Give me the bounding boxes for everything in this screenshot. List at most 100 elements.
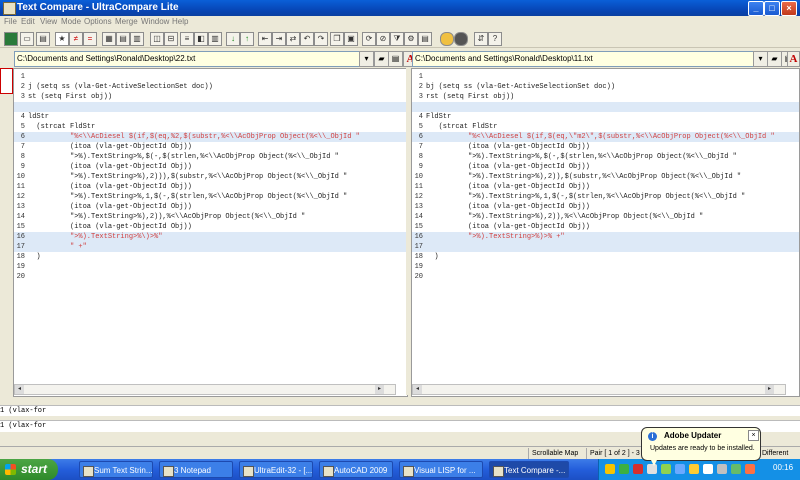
report-icon[interactable]: ▤ (418, 32, 432, 46)
code-line[interactable]: 12 ">%).TextString>%,1,$(-,$(strlen,%<\\… (412, 192, 799, 202)
split-vertical-icon[interactable]: ◫ (150, 32, 164, 46)
code-line[interactable] (412, 102, 799, 112)
code-line[interactable]: 7 (itoa (vla-get-ObjectId Obj)) (14, 142, 407, 152)
code-line[interactable]: 15 (itoa (vla-get-ObjectId Obj)) (412, 222, 799, 232)
code-line[interactable]: 9 (itoa (vla-get-ObjectId Obj)) (412, 162, 799, 172)
copy-icon[interactable]: ❐ (330, 32, 344, 46)
left-open-folder-icon[interactable]: ▰ (374, 51, 389, 67)
undo-icon[interactable]: ↶ (300, 32, 314, 46)
code-line[interactable]: 5 (strcat FldStr (14, 122, 407, 132)
support-icon[interactable] (454, 32, 468, 46)
menu-mode[interactable]: Mode (61, 17, 81, 26)
merge-left-icon[interactable]: ⇤ (258, 32, 272, 46)
code-line[interactable]: 13 (itoa (vla-get-ObjectId Obj)) (14, 202, 407, 212)
code-line[interactable]: 1 (412, 72, 799, 82)
menu-window[interactable]: Window (141, 17, 169, 26)
right-editor-pane[interactable]: 1 2 bj (setq ss (vla-Get-ActiveSelectionSe… (411, 68, 800, 397)
task-sum-text-strings[interactable]: Sum Text Strin... (79, 461, 153, 478)
notification-balloon[interactable]: i Adobe Updater × Updates are ready to b… (641, 427, 761, 466)
web-icon[interactable] (440, 32, 454, 46)
balloon-close-button[interactable]: × (748, 430, 759, 441)
code-line[interactable]: 1 (14, 72, 407, 82)
options-icon[interactable]: ⚙ (404, 32, 418, 46)
code-line[interactable]: 19 (412, 262, 799, 272)
code-line[interactable]: 5 (strcat FldStr (412, 122, 799, 132)
menu-merge[interactable]: Merge (115, 17, 138, 26)
tray-adobe-icon[interactable] (633, 464, 643, 474)
code-line[interactable]: 3 rst (setq First obj)) (412, 92, 799, 102)
window-icon[interactable]: ◧ (194, 32, 208, 46)
minimize-button[interactable]: _ (748, 1, 764, 16)
split-horizontal-icon[interactable]: ⊟ (164, 32, 178, 46)
code-line[interactable]: 2 bj (setq ss (vla-Get-ActiveSelectionSet… (412, 82, 799, 92)
prev-diff-icon[interactable]: ↑ (240, 32, 254, 46)
code-line[interactable]: 2j (setq ss (vla-Get-ActiveSelectionSet … (14, 82, 407, 92)
diff-icon[interactable]: ≠ (69, 32, 83, 46)
left-path-dropdown-icon[interactable]: ▾ (359, 51, 374, 67)
scroll-left-arrow-icon[interactable]: ◂ (413, 385, 422, 394)
close-button[interactable]: × (781, 1, 797, 16)
code-line[interactable]: 9 (itoa (vla-get-ObjectId Obj)) (14, 162, 407, 172)
maximize-button[interactable]: □ (764, 1, 780, 16)
scroll-right-arrow-icon[interactable]: ▸ (375, 385, 384, 394)
code-line[interactable]: 20 (14, 272, 407, 282)
merge-right-icon[interactable]: ⇥ (272, 32, 286, 46)
code-line[interactable]: 4 FldStr (412, 112, 799, 122)
left-horizontal-scrollbar[interactable]: ◂ ▸ (14, 384, 396, 395)
tray-bluetooth-icon[interactable] (675, 464, 685, 474)
difference-map[interactable] (0, 68, 13, 94)
code-line[interactable]: 20 (412, 272, 799, 282)
code-line[interactable]: 18 ) (14, 252, 407, 262)
code-line[interactable]: 14 ">%).TextString>%),2)),%<\\AcObjProp … (14, 212, 407, 222)
tray-shield-icon[interactable] (605, 464, 615, 474)
code-line[interactable]: 8 ">%).TextString>%,$(-,$(strlen,%<\\AcO… (412, 152, 799, 162)
sync-icon[interactable]: ⟳ (362, 32, 376, 46)
code-line[interactable]: 10 ">%).TextString>%),2)),$(substr,%<\\A… (412, 172, 799, 182)
task-visual-lisp[interactable]: Visual LISP for ... (399, 461, 483, 478)
menu-options[interactable]: Options (84, 17, 112, 26)
code-line[interactable]: 16 ">%).TextString>%\)>%" (14, 232, 407, 242)
tray-display-icon[interactable] (717, 464, 727, 474)
code-line[interactable]: 11 (itoa (vla-get-ObjectId Obj)) (412, 182, 799, 192)
task-ultraedit[interactable]: UltraEdit-32 - [... (239, 461, 313, 478)
list-icon[interactable]: ≡ (180, 32, 194, 46)
code-line[interactable]: 17 " +" (14, 242, 407, 252)
right-font-icon[interactable]: A (787, 51, 800, 67)
save-icon[interactable] (4, 32, 18, 46)
tray-update-icon[interactable] (661, 464, 671, 474)
scroll-right-arrow-icon[interactable]: ▸ (765, 385, 774, 394)
code-line[interactable]: 4 ldStr (14, 112, 407, 122)
tray-java-icon[interactable] (731, 464, 741, 474)
code-line[interactable]: 14 ">%).TextString>%),2)),%<\\AcObjProp … (412, 212, 799, 222)
binary-compare-icon[interactable]: ▥ (130, 32, 144, 46)
code-line[interactable]: 11 (itoa (vla-get-ObjectId Obj)) (14, 182, 407, 192)
code-line[interactable]: 16 ">%).TextString>%)>% +" (412, 232, 799, 242)
menu-edit[interactable]: Edit (21, 17, 35, 26)
equal-icon[interactable]: = (83, 32, 97, 46)
code-line[interactable]: 10 ">%).TextString>%),2))),$(substr,%<\\… (14, 172, 407, 182)
help-icon[interactable]: ? (488, 32, 502, 46)
code-line[interactable]: 3st (setq First obj)) (14, 92, 407, 102)
star-icon[interactable]: ★ (55, 32, 69, 46)
open-icon[interactable]: ▤ (36, 32, 50, 46)
save-merged-icon[interactable]: ▣ (344, 32, 358, 46)
merge-icon[interactable]: ⇄ (286, 32, 300, 46)
redo-icon[interactable]: ↷ (314, 32, 328, 46)
next-diff-icon[interactable]: ↓ (226, 32, 240, 46)
start-button[interactable]: start (0, 459, 58, 480)
code-line[interactable]: 19 (14, 262, 407, 272)
menu-help[interactable]: Help (172, 17, 188, 26)
menu-view[interactable]: View (40, 17, 57, 26)
left-open-file-icon[interactable]: ▤ (388, 51, 403, 67)
code-line[interactable] (14, 102, 407, 112)
code-line[interactable]: 6 "%<\\AcDiesel $(if,$(eq,%2,$(substr,%<… (14, 132, 407, 142)
code-line[interactable]: 12 ">%).TextString>%,1,$(-,$(strlen,%<\\… (14, 192, 407, 202)
ftp-icon[interactable]: ⇵ (474, 32, 488, 46)
task-text-compare[interactable]: Text Compare -... (489, 461, 569, 478)
left-path-field[interactable]: C:\Documents and Settings\Ronald\Desktop… (14, 51, 360, 67)
menu-file[interactable]: File (4, 17, 17, 26)
code-line[interactable]: 15 (itoa (vla-get-ObjectId Obj)) (14, 222, 407, 232)
tray-misc-icon[interactable] (745, 464, 755, 474)
code-line[interactable]: 7 (itoa (vla-get-ObjectId Obj)) (412, 142, 799, 152)
task-notepad[interactable]: 3 Notepad (159, 461, 233, 478)
